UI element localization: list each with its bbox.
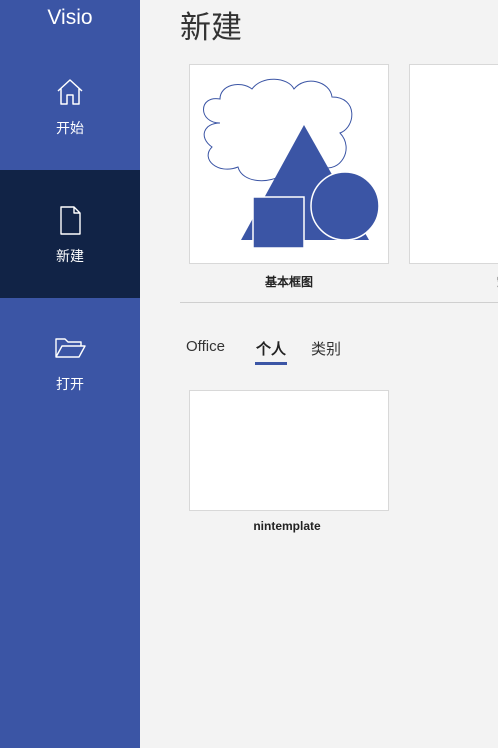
- sidebar-item-new[interactable]: 新建: [0, 170, 140, 298]
- template-label: nintemplate: [253, 519, 321, 533]
- tab-personal[interactable]: 个人: [256, 338, 286, 359]
- active-tab-indicator: [255, 362, 287, 365]
- sidebar-item-label: 打开: [56, 376, 84, 392]
- sidebar-item-label: 新建: [56, 248, 84, 264]
- tab-office[interactable]: Office: [186, 338, 225, 355]
- new-document-icon: [54, 204, 86, 236]
- home-icon: [54, 76, 86, 108]
- template-label: 基本框图: [264, 275, 313, 289]
- sidebar: Visio 开始 新建 打开: [0, 0, 140, 748]
- template-card-basic-diagram[interactable]: [189, 64, 389, 264]
- template-label: 空白: [409, 273, 498, 290]
- template-card-nintemplate[interactable]: [189, 390, 389, 511]
- sidebar-item-home[interactable]: 开始: [0, 42, 140, 170]
- sidebar-item-open[interactable]: 打开: [0, 298, 140, 426]
- divider: [180, 302, 498, 303]
- template-card-blank[interactable]: [409, 64, 498, 264]
- app-title: Visio: [47, 6, 93, 29]
- tab-category[interactable]: 类别: [311, 338, 341, 359]
- basic-diagram-thumbnail-icon: [203, 78, 380, 249]
- page-title: 新建: [180, 10, 242, 45]
- sidebar-item-label: 开始: [56, 120, 84, 136]
- template-label-clip: 空白: [409, 273, 498, 291]
- open-folder-icon: [54, 332, 86, 364]
